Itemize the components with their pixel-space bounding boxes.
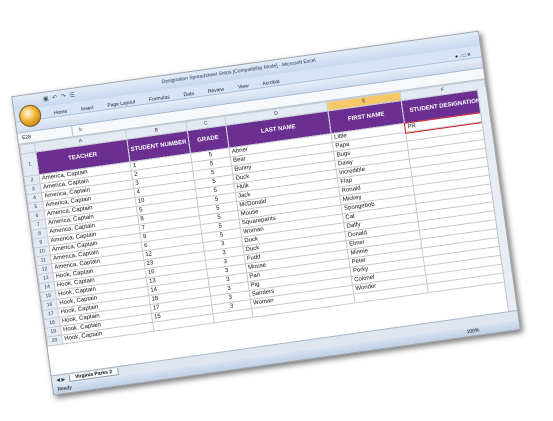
excel-screenshot-photo: ▣ ↶ ↷ ☰ Designation Spreadsheet Steps [C… bbox=[11, 30, 521, 396]
zoom-level[interactable]: 100% bbox=[466, 327, 480, 335]
fx-icon[interactable]: fx bbox=[72, 127, 83, 134]
quick-access-toolbar[interactable]: ▣ ↶ ↷ ☰ bbox=[43, 91, 77, 103]
row-number[interactable]: 20 bbox=[46, 335, 63, 347]
status-ready: Ready bbox=[57, 384, 73, 393]
